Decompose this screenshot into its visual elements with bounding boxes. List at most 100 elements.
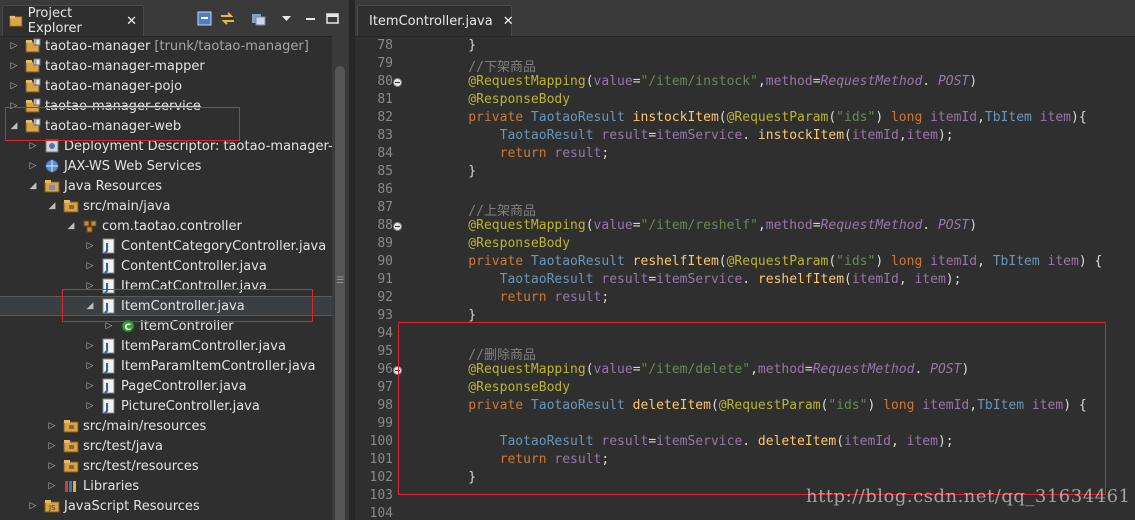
tree-item-label: taotao-manager-pojo bbox=[45, 78, 183, 94]
fold-toggle-icon[interactable] bbox=[393, 78, 402, 87]
collapsed-twisty-icon[interactable]: ▷ bbox=[27, 141, 39, 151]
collapsed-twisty-icon[interactable]: ▷ bbox=[27, 501, 39, 511]
code-token: . bbox=[742, 128, 758, 143]
tree-item[interactable]: ▷ Jtaotao-manager-pojo bbox=[0, 76, 332, 96]
tree-item[interactable]: ▷ Jtaotao-manager-mapper bbox=[0, 56, 332, 76]
collapsed-twisty-icon[interactable]: ▷ bbox=[8, 61, 20, 71]
tree-item[interactable]: ▷ Jtaotao-manager [trunk/taotao-manager] bbox=[0, 36, 332, 56]
line-number: 91 bbox=[377, 272, 393, 287]
link-with-editor-icon[interactable] bbox=[219, 10, 236, 27]
tree-item-label: ItemParamItemController.java bbox=[121, 358, 316, 374]
code-line[interactable]: @ResponseBody bbox=[437, 92, 1135, 107]
explorer-scrollbar[interactable]: ☰ bbox=[332, 36, 349, 520]
tree-item-label: ContentCategoryController.java bbox=[121, 238, 327, 254]
javascript-resources-icon: JS bbox=[44, 498, 60, 514]
tree-item-label: ContentController.java bbox=[121, 258, 267, 274]
tree-item[interactable]: ▷ J PageController.java bbox=[0, 376, 332, 396]
line-number: 94 bbox=[377, 326, 393, 341]
close-icon[interactable]: ✕ bbox=[503, 14, 514, 29]
tree-item[interactable]: ▷ J ContentController.java bbox=[0, 256, 332, 276]
code-token: ( bbox=[718, 110, 727, 125]
expanded-twisty-icon[interactable]: ◢ bbox=[46, 201, 58, 211]
collapsed-twisty-icon[interactable]: ▷ bbox=[46, 461, 58, 471]
collapsed-twisty-icon[interactable]: ▷ bbox=[27, 161, 39, 171]
line-number: 104 bbox=[369, 506, 393, 520]
collapsed-twisty-icon[interactable]: ▷ bbox=[8, 41, 20, 51]
tree-item[interactable]: ◢ src/main/java bbox=[0, 196, 332, 216]
code-line[interactable]: @RequestMapping(value="/item/instock",me… bbox=[437, 74, 1135, 89]
tab-itemcontroller[interactable]: J ItemController.java ✕ bbox=[357, 5, 514, 36]
code-line[interactable]: } bbox=[437, 308, 1135, 323]
collapsed-twisty-icon[interactable]: ▷ bbox=[84, 401, 96, 411]
tree-item-label: Libraries bbox=[83, 478, 140, 494]
expanded-twisty-icon[interactable]: ◢ bbox=[27, 181, 39, 191]
code-line[interactable]: @ResponseBody bbox=[437, 236, 1135, 251]
collapsed-twisty-icon[interactable]: ▷ bbox=[46, 481, 58, 491]
collapsed-twisty-icon[interactable]: ▷ bbox=[84, 241, 96, 251]
explorer-tabbar: Project Explorer ✕ bbox=[0, 0, 349, 37]
tree-item[interactable]: ▷ Libraries bbox=[0, 476, 332, 496]
tree-item[interactable]: ▷ JS JavaScript Resources bbox=[0, 496, 332, 516]
collapsed-twisty-icon[interactable]: ▷ bbox=[84, 381, 96, 391]
maximize-icon[interactable] bbox=[324, 10, 341, 27]
tree-item-label: com.taotao.controller bbox=[102, 218, 242, 234]
collapsed-twisty-icon[interactable]: ▷ bbox=[46, 421, 58, 431]
collapsed-twisty-icon[interactable]: ▷ bbox=[84, 261, 96, 271]
minimize-icon[interactable] bbox=[302, 10, 319, 27]
expanded-twisty-icon[interactable]: ◢ bbox=[65, 221, 77, 231]
code-token: //上架商品 bbox=[437, 204, 536, 219]
collapse-all-icon[interactable] bbox=[196, 10, 213, 27]
close-icon[interactable]: ✕ bbox=[126, 14, 137, 29]
collapsed-twisty-icon[interactable]: ▷ bbox=[84, 341, 96, 351]
collapsed-twisty-icon[interactable]: ▷ bbox=[103, 321, 115, 331]
tree-item[interactable]: ▷ src/main/resources bbox=[0, 416, 332, 436]
fold-toggle-icon[interactable] bbox=[393, 222, 402, 231]
tree-item[interactable]: ▷ src/test/resources bbox=[0, 456, 332, 476]
code-line[interactable]: @RequestMapping(value="/item/reshelf",me… bbox=[437, 218, 1135, 233]
code-line[interactable]: //下架商品 bbox=[437, 56, 1135, 75]
code-token: result bbox=[601, 272, 649, 287]
tree-item[interactable]: ▷ JAX-WS Web Services bbox=[0, 156, 332, 176]
code-token: ) bbox=[969, 218, 978, 233]
code-line[interactable]: } bbox=[437, 164, 1135, 179]
code-token: . bbox=[922, 74, 938, 89]
tree-item[interactable]: ▷ J ItemParamController.java bbox=[0, 336, 332, 356]
line-number: 92 bbox=[377, 290, 393, 305]
code-line[interactable]: TaotaoResult result=itemService. instock… bbox=[437, 128, 1135, 143]
scrollbar-thumb[interactable] bbox=[335, 66, 345, 520]
tree-item[interactable]: ▷ src/test/java bbox=[0, 436, 332, 456]
tree-item[interactable]: ▷ J ItemParamItemController.java bbox=[0, 356, 332, 376]
code-line[interactable]: } bbox=[437, 38, 1135, 53]
line-number: 99 bbox=[377, 416, 393, 431]
code-token: } bbox=[437, 308, 477, 323]
code-token: itemId bbox=[851, 272, 899, 287]
svg-text:J: J bbox=[104, 401, 109, 414]
tree-item[interactable]: ▷ J ContentCategoryController.java bbox=[0, 236, 332, 256]
code-line[interactable]: private TaotaoResult reshelfItem(@Reques… bbox=[437, 254, 1135, 269]
code-line[interactable]: private TaotaoResult instockItem(@Reques… bbox=[437, 110, 1135, 125]
tree-item-label: src/test/java bbox=[83, 438, 163, 454]
svg-text:J: J bbox=[34, 99, 37, 106]
code-token: "ids" bbox=[836, 110, 876, 125]
code-line[interactable]: //上架商品 bbox=[437, 200, 1135, 219]
view-menu-icon[interactable] bbox=[250, 10, 267, 27]
collapsed-twisty-icon[interactable]: ▷ bbox=[8, 81, 20, 91]
line-number: 98 bbox=[377, 398, 393, 413]
chevron-down-icon[interactable] bbox=[278, 10, 295, 27]
line-number: 81 bbox=[377, 92, 393, 107]
code-line[interactable]: TaotaoResult result=itemService. reshelf… bbox=[437, 272, 1135, 287]
tree-item-label: taotao-manager bbox=[45, 38, 151, 54]
tree-item[interactable]: ◢ com.taotao.controller bbox=[0, 216, 332, 236]
code-token: } bbox=[437, 164, 477, 179]
code-token: "/item/instock" bbox=[640, 74, 758, 89]
tree-item[interactable]: ▷ J PictureController.java bbox=[0, 396, 332, 416]
collapsed-twisty-icon[interactable]: ▷ bbox=[84, 361, 96, 371]
tab-project-explorer[interactable]: Project Explorer ✕ bbox=[2, 5, 144, 36]
code-line[interactable]: return result; bbox=[437, 146, 1135, 161]
code-line[interactable]: return result; bbox=[437, 290, 1135, 305]
tree-item[interactable]: ◢ Java Resources bbox=[0, 176, 332, 196]
package-icon bbox=[82, 218, 98, 234]
code-token: @RequestParam bbox=[726, 254, 829, 269]
collapsed-twisty-icon[interactable]: ▷ bbox=[46, 441, 58, 451]
code-token: "/item/reshelf" bbox=[640, 218, 758, 233]
